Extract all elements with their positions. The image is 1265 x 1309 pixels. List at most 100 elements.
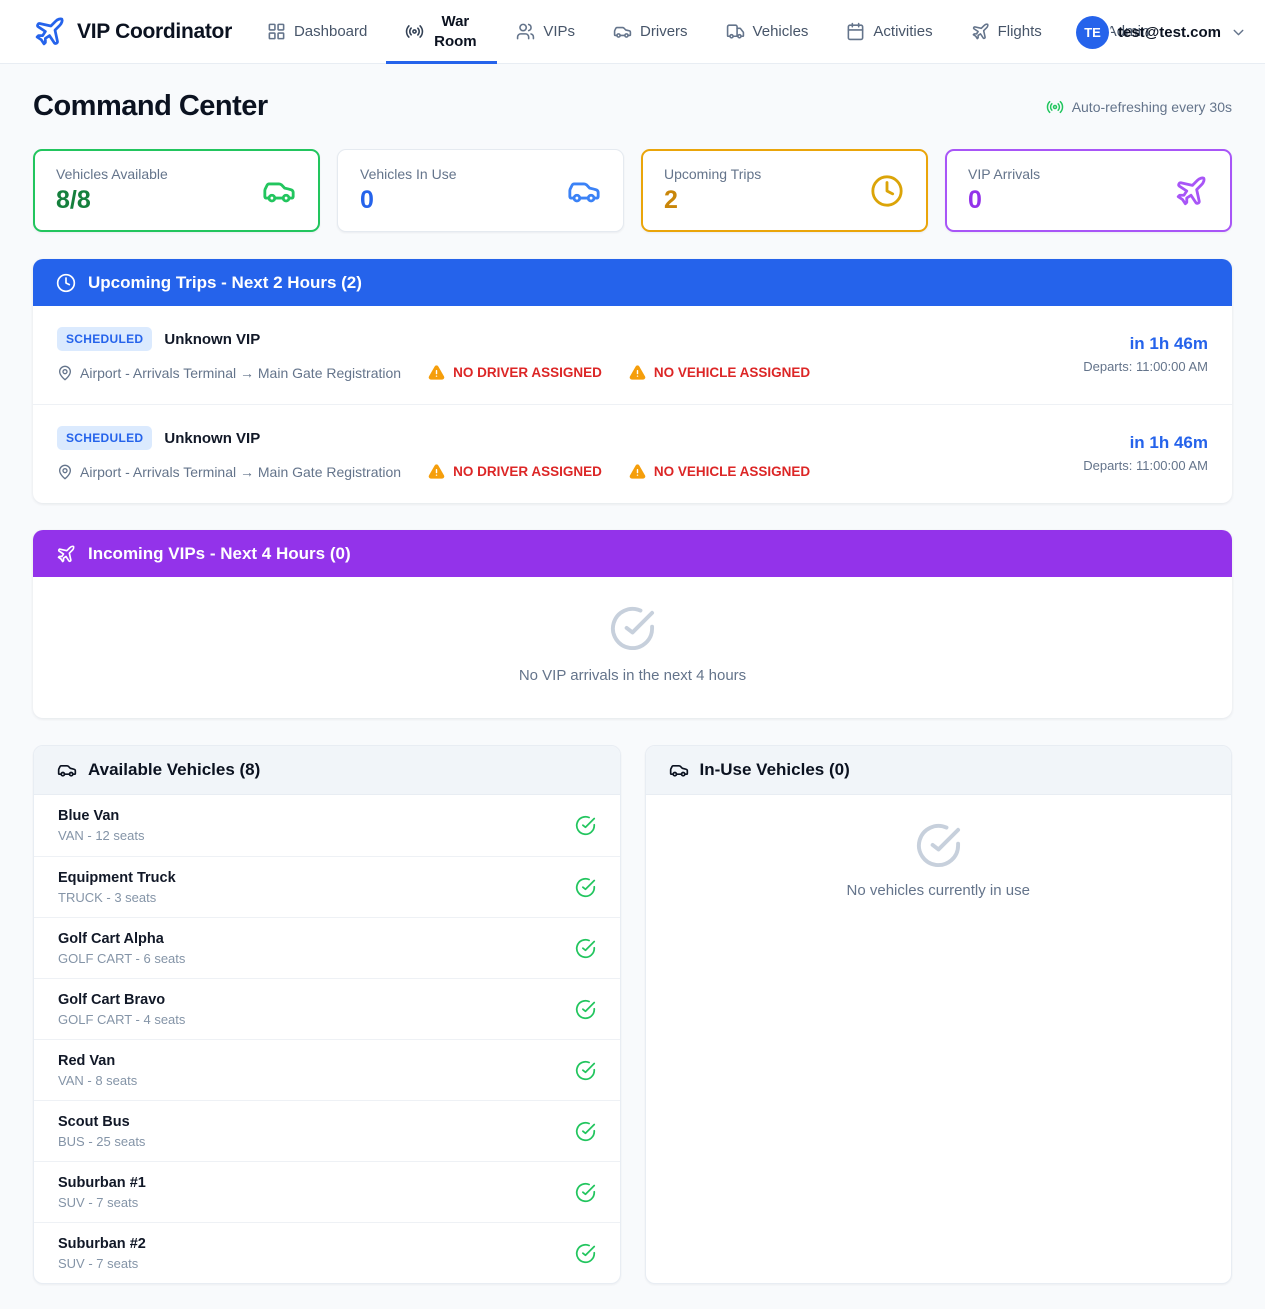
page-title: Command Center <box>33 90 268 123</box>
brand-name: VIP Coordinator <box>77 20 232 44</box>
avatar[interactable]: TE <box>1076 16 1109 49</box>
map-pin-icon <box>57 464 73 480</box>
nav-item-vips[interactable]: VIPs <box>497 0 594 64</box>
available-vehicles-panel: Available Vehicles (8) Blue Van VAN - 12… <box>33 745 621 1284</box>
check-circle-icon <box>575 1243 596 1264</box>
nav-label: Drivers <box>640 23 688 40</box>
main-nav: Dashboard War Room VIPs Drivers Vehicles… <box>248 0 1168 64</box>
trip-row: SCHEDULED Unknown VIP Airport - Arrivals… <box>33 404 1232 503</box>
trip-countdown: in 1h 46m <box>1083 433 1208 453</box>
vehicle-details: SUV - 7 seats <box>58 1195 146 1210</box>
trip-vip-name: Unknown VIP <box>164 430 260 447</box>
trip-timing: in 1h 46m Departs: 11:00:00 AM <box>1083 334 1208 374</box>
radio-icon <box>405 22 424 41</box>
auto-refresh-status: Auto-refreshing every 30s <box>1046 98 1232 116</box>
trip-route-text: Airport - Arrivals Terminal → Main Gate … <box>80 464 401 480</box>
check-circle-icon <box>575 999 596 1020</box>
check-circle-icon <box>575 1060 596 1081</box>
nav-label: Flights <box>998 23 1042 40</box>
stat-label: Upcoming Trips <box>664 166 905 182</box>
plane-icon <box>971 22 990 41</box>
vehicle-details: VAN - 8 seats <box>58 1073 137 1088</box>
trip-info: SCHEDULED Unknown VIP Airport - Arrivals… <box>57 426 810 480</box>
stat-cards: Vehicles Available 8/8 Vehicles In Use 0… <box>33 149 1232 232</box>
no-vehicle-warning: NO VEHICLE ASSIGNED <box>629 463 810 480</box>
trip-timing: in 1h 46m Departs: 11:00:00 AM <box>1083 433 1208 473</box>
vehicle-details: TRUCK - 3 seats <box>58 890 176 905</box>
stat-label: Vehicles In Use <box>360 166 601 182</box>
in-use-empty-state: No vehicles currently in use <box>646 795 1232 899</box>
nav-label: Dashboard <box>294 23 367 40</box>
stat-card-vip-arrivals: VIP Arrivals 0 <box>945 149 1232 232</box>
vips-empty-state: No VIP arrivals in the next 4 hours <box>33 577 1232 718</box>
nav-item-war-room[interactable]: War Room <box>386 0 497 64</box>
trip-info: SCHEDULED Unknown VIP Airport - Arrivals… <box>57 327 810 381</box>
vehicle-details: GOLF CART - 6 seats <box>58 951 185 966</box>
check-circle-icon <box>575 1121 596 1142</box>
stat-label: Vehicles Available <box>56 166 297 182</box>
empty-message: No VIP arrivals in the next 4 hours <box>519 667 746 684</box>
calendar-icon <box>846 22 865 41</box>
vehicle-name: Suburban #1 <box>58 1175 146 1191</box>
nav-label: Activities <box>873 23 932 40</box>
stat-value: 0 <box>968 186 1209 215</box>
check-circle-icon <box>915 822 962 869</box>
stat-value: 2 <box>664 186 905 215</box>
nav-item-activities[interactable]: Activities <box>827 0 951 64</box>
nav-label: Vehicles <box>753 23 809 40</box>
map-pin-icon <box>57 365 73 381</box>
vehicle-details: VAN - 12 seats <box>58 828 144 843</box>
upcoming-trips-header: Upcoming Trips - Next 2 Hours (2) <box>33 259 1232 306</box>
empty-message: No vehicles currently in use <box>847 882 1030 899</box>
nav-item-vehicles[interactable]: Vehicles <box>707 0 828 64</box>
nav-label: VIPs <box>543 23 575 40</box>
chevron-down-icon[interactable] <box>1230 24 1247 41</box>
incoming-vips-header: Incoming VIPs - Next 4 Hours (0) <box>33 530 1232 577</box>
stat-card-vehicles-available: Vehicles Available 8/8 <box>33 149 320 232</box>
vehicle-row: Scout Bus BUS - 25 seats <box>34 1100 620 1161</box>
incoming-vips-section: Incoming VIPs - Next 4 Hours (0) No VIP … <box>33 530 1232 718</box>
command-center-page: Command Center Auto-refreshing every 30s… <box>0 90 1265 1284</box>
brand[interactable]: VIP Coordinator <box>33 15 232 48</box>
in-use-vehicles-header: In-Use Vehicles (0) <box>646 746 1232 795</box>
warning-triangle-icon <box>629 364 646 381</box>
nav-item-flights[interactable]: Flights <box>952 0 1061 64</box>
status-badge: SCHEDULED <box>57 426 152 450</box>
warning-triangle-icon <box>428 364 445 381</box>
truck-icon <box>726 22 745 41</box>
no-driver-warning: NO DRIVER ASSIGNED <box>428 463 602 480</box>
check-circle-icon <box>575 938 596 959</box>
vehicle-name: Scout Bus <box>58 1114 145 1130</box>
vehicle-name: Red Van <box>58 1053 137 1069</box>
vehicle-row: Golf Cart Alpha GOLF CART - 6 seats <box>34 917 620 978</box>
nav-item-drivers[interactable]: Drivers <box>594 0 707 64</box>
nav-item-dashboard[interactable]: Dashboard <box>248 0 386 64</box>
car-icon <box>262 174 296 208</box>
stat-value: 0 <box>360 186 601 215</box>
trip-row: SCHEDULED Unknown VIP Airport - Arrivals… <box>33 306 1232 404</box>
section-title: Upcoming Trips - Next 2 Hours (2) <box>88 273 362 293</box>
warning-text: NO VEHICLE ASSIGNED <box>654 464 810 479</box>
user-menu[interactable]: TE test@test.com <box>1076 0 1247 64</box>
auto-refresh-label: Auto-refreshing every 30s <box>1072 99 1232 115</box>
vehicle-panels: Available Vehicles (8) Blue Van VAN - 12… <box>33 745 1232 1284</box>
vehicle-name: Equipment Truck <box>58 870 176 886</box>
stat-value: 8/8 <box>56 186 297 215</box>
vehicle-details: BUS - 25 seats <box>58 1134 145 1149</box>
upcoming-trips-section: Upcoming Trips - Next 2 Hours (2) SCHEDU… <box>33 259 1232 503</box>
vehicle-name: Golf Cart Bravo <box>58 992 185 1008</box>
trip-vip-name: Unknown VIP <box>164 331 260 348</box>
vehicle-row: Golf Cart Bravo GOLF CART - 4 seats <box>34 978 620 1039</box>
panel-title: Available Vehicles (8) <box>88 760 260 780</box>
vehicle-name: Blue Van <box>58 808 144 824</box>
car-icon <box>613 22 632 41</box>
page-header: Command Center Auto-refreshing every 30s <box>33 90 1232 123</box>
no-driver-warning: NO DRIVER ASSIGNED <box>428 364 602 381</box>
warning-text: NO DRIVER ASSIGNED <box>453 464 602 479</box>
grid-icon <box>267 22 286 41</box>
trip-departure-time: Departs: 11:00:00 AM <box>1083 359 1208 374</box>
car-icon <box>567 174 601 208</box>
plane-icon <box>33 15 66 48</box>
vehicle-row: Red Van VAN - 8 seats <box>34 1039 620 1100</box>
clock-icon <box>56 273 76 293</box>
